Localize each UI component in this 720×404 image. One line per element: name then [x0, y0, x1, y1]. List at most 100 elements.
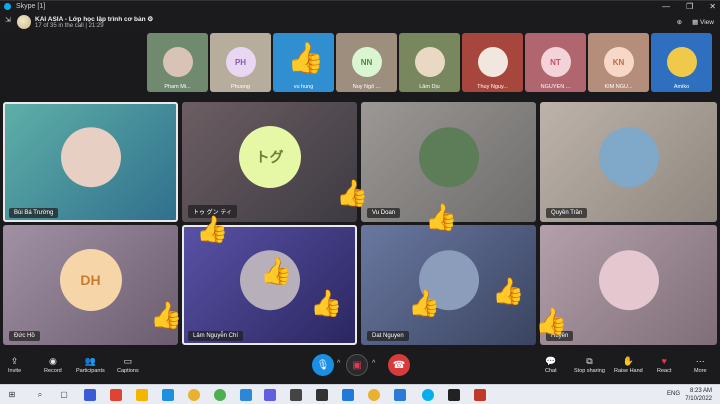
skype-icon	[4, 3, 11, 10]
participant-initials: トグ	[238, 126, 301, 189]
strip-participant[interactable]: NT NGUYỄN ...	[525, 33, 586, 92]
participant-avatar	[414, 47, 445, 77]
camera-options-chevron-icon[interactable]: ^	[372, 360, 375, 367]
participant-name: KIM NGU...	[604, 84, 633, 90]
participant-name: Pham Mi...	[164, 84, 191, 90]
participant-name: NGUYỄN ...	[540, 84, 571, 90]
heart-icon: ♥	[661, 356, 667, 366]
skype-icon[interactable]	[422, 389, 434, 401]
video-tile[interactable]: Bùi Bá Trường	[3, 102, 178, 222]
microphone-icon: 🎙	[316, 359, 330, 371]
participant-avatar	[60, 127, 121, 188]
participant-avatar	[162, 47, 193, 77]
microphone-button[interactable]: 🎙	[312, 354, 334, 376]
record-button[interactable]: ◉ Record	[44, 354, 62, 374]
participant-name: Thuy Nguy...	[477, 84, 508, 90]
vscode-icon[interactable]	[394, 389, 406, 401]
app-icon[interactable]	[110, 389, 122, 401]
app-icon[interactable]	[290, 389, 302, 401]
chat-button[interactable]: 💬 Chat	[545, 354, 557, 374]
strip-participant[interactable]: Thuy Nguy...	[462, 33, 523, 92]
app-icon[interactable]	[84, 389, 96, 401]
os-taskbar: ⊞ ⌕ ▢ ENG 8:23 AM 7/10/2022	[0, 384, 720, 404]
task-view-icon[interactable]: ▢	[58, 389, 70, 401]
invite-button[interactable]: ⇪ Invite	[8, 354, 21, 374]
camera-off-icon: ▣	[352, 359, 362, 371]
thumbs-up-reaction-icon: 👍	[150, 300, 183, 330]
group-avatar[interactable]	[17, 15, 31, 29]
participant-name: Quyền Trần	[546, 208, 588, 218]
hang-up-button[interactable]: ☎	[388, 354, 410, 376]
app-icon[interactable]	[342, 389, 354, 401]
participant-avatar	[666, 47, 697, 77]
react-button[interactable]: ♥ React	[657, 354, 671, 374]
mic-options-chevron-icon[interactable]: ^	[337, 360, 340, 367]
thumbs-up-reaction-icon: 👍	[196, 214, 229, 244]
record-icon: ◉	[48, 356, 57, 366]
file-explorer-icon[interactable]	[136, 389, 148, 401]
strip-participant[interactable]: Amiko	[651, 33, 712, 92]
participant-name: Đức Hồ	[9, 331, 40, 341]
participant-strip: Pham Mi... PH Phuong 👍 vu hung NN Nuy Ng…	[145, 33, 720, 93]
collapse-icon[interactable]: ⇲	[5, 16, 11, 24]
thumbs-up-reaction-icon: 👍	[425, 202, 458, 232]
strip-participant[interactable]: Lâm Dịu	[399, 33, 460, 92]
thumbs-up-reaction-icon: 👍	[260, 256, 293, 286]
more-button[interactable]: ⋯ More	[694, 354, 707, 374]
thumbs-up-reaction-icon: 👍	[336, 178, 369, 208]
video-tile[interactable]: トグ トゥ グン ティ	[182, 102, 357, 222]
view-button[interactable]: ▦ View	[692, 18, 714, 26]
participant-name: Vu Doan	[367, 208, 401, 218]
camera-button[interactable]: ▣	[346, 354, 368, 376]
strip-participant[interactable]: KN KIM NGU...	[588, 33, 649, 92]
call-header: ⇲ KAI ASIA - Lớp học lập trình cơ bản ⚙ …	[0, 11, 720, 33]
thumbs-up-reaction-icon: 👍	[535, 306, 568, 336]
raise-hand-button[interactable]: ✋ Raise Hand	[614, 354, 643, 374]
participant-avatar	[418, 127, 479, 188]
thumbs-up-reaction-icon: 👍	[287, 42, 325, 75]
strip-participant[interactable]: Pham Mi...	[147, 33, 208, 92]
call-status: 17 of 35 in the call | 21:29	[35, 23, 104, 29]
strip-participant[interactable]: 👍 vu hung	[273, 33, 334, 92]
stop-sharing-button[interactable]: ⧉ Stop sharing	[574, 354, 605, 374]
group-name[interactable]: KAI ASIA - Lớp học lập trình cơ bản ⚙	[35, 15, 153, 23]
windows-start-icon[interactable]: ⊞	[6, 389, 18, 401]
video-grid: Bùi Bá Trường トグ トゥ グン ティ Vu Doan Quyền …	[0, 100, 720, 350]
app-icon[interactable]	[448, 389, 460, 401]
hang-up-icon: ☎	[392, 359, 406, 371]
participant-avatar	[477, 47, 508, 77]
chrome-icon[interactable]	[368, 389, 380, 401]
app-icon[interactable]	[316, 389, 328, 401]
chrome-icon[interactable]	[188, 389, 200, 401]
participant-initials: KN	[603, 47, 634, 77]
add-people-icon[interactable]: ⊕	[677, 18, 682, 26]
participant-name: Dat Nguyen	[367, 331, 409, 341]
strip-participant[interactable]: NN Nuy Ngô ...	[336, 33, 397, 92]
share-icon: ⇪	[10, 356, 19, 366]
window-titlebar: Skype [1] — ❐ ✕	[0, 0, 720, 11]
search-icon[interactable]: ⌕	[34, 389, 46, 401]
teams-icon[interactable]	[264, 389, 276, 401]
screen-share-icon: ⧉	[586, 356, 593, 366]
strip-participant[interactable]: PH Phuong	[210, 33, 271, 92]
edge-icon[interactable]	[162, 389, 174, 401]
participant-name: Lâm Dịu	[419, 84, 440, 90]
people-icon: 👥	[84, 356, 96, 366]
participant-initials: NT	[540, 47, 571, 77]
participant-name: Bùi Bá Trường	[9, 208, 59, 218]
more-icon: ⋯	[695, 356, 705, 366]
chat-icon: 💬	[545, 356, 557, 366]
participants-button[interactable]: 👥 Participants	[76, 354, 105, 374]
video-tile[interactable]: Quyền Trần	[540, 102, 717, 222]
hand-icon: ✋	[622, 356, 634, 366]
participant-initials: PH	[225, 47, 256, 77]
chrome-icon[interactable]	[214, 389, 226, 401]
clock[interactable]: 8:23 AM 7/10/2022	[685, 387, 712, 403]
app-icon[interactable]	[474, 389, 486, 401]
captions-button[interactable]: ▭ Captions	[117, 354, 139, 374]
settings-icon[interactable]: ⚙	[147, 16, 153, 23]
language-indicator[interactable]: ENG	[667, 391, 680, 397]
participant-name: Amiko	[673, 84, 690, 90]
app-icon[interactable]	[240, 389, 252, 401]
participant-name: Nuy Ngô ...	[352, 84, 381, 90]
